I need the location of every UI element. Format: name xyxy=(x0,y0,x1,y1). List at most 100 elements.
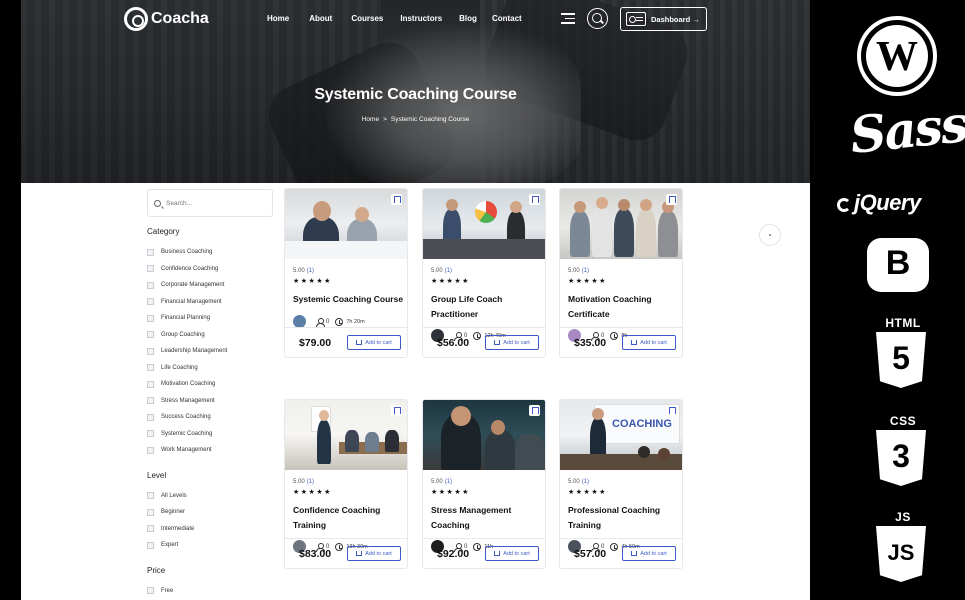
course-price: $35.00 xyxy=(574,337,607,349)
star-rating-icon: ★★★★★ xyxy=(293,278,332,285)
bookmark-icon[interactable] xyxy=(529,405,540,416)
category-option[interactable]: Success Coaching xyxy=(147,409,273,426)
category-option[interactable]: Financial Planning xyxy=(147,310,273,327)
star-rating-icon: ★★★★★ xyxy=(293,489,332,496)
checkbox[interactable] xyxy=(147,446,154,454)
course-card[interactable]: COACHING 5.00 (1) ★★★★★ Professional Coachin… xyxy=(559,399,683,569)
menu-instructors[interactable]: Instructors xyxy=(400,14,442,23)
main-menu: Home About Courses Instructors Blog Cont… xyxy=(267,14,522,23)
course-card[interactable]: 5.00 (1) ★★★★★ Stress Management Coaching 0 1… xyxy=(422,399,546,569)
category-option[interactable]: Work Management xyxy=(147,442,273,459)
breadcrumb-home[interactable]: Home xyxy=(362,116,379,123)
category-option[interactable]: Motivation Coaching xyxy=(147,376,273,393)
menu-about[interactable]: About xyxy=(309,14,332,23)
level-option[interactable]: Intermediate xyxy=(147,521,273,538)
bookmark-icon[interactable] xyxy=(391,194,402,205)
level-option[interactable]: Expert xyxy=(147,537,273,554)
price-option[interactable]: Free xyxy=(147,583,273,600)
course-title[interactable]: Confidence Coaching Training xyxy=(293,503,405,533)
category-option[interactable]: Systemic Coaching xyxy=(147,426,273,443)
checkbox[interactable] xyxy=(147,430,154,438)
bookmark-icon[interactable] xyxy=(666,194,677,205)
logo-icon xyxy=(124,7,148,31)
course-image[interactable] xyxy=(423,189,545,259)
checkbox[interactable] xyxy=(147,541,154,549)
category-option[interactable]: Financial Management xyxy=(147,294,273,311)
user-icon xyxy=(316,317,325,327)
dashboard-button[interactable]: Dashboard → xyxy=(620,7,707,31)
course-card[interactable]: 5.00 (1) ★★★★★ Group Life Coach Practitione… xyxy=(422,188,546,358)
add-to-cart-button[interactable]: Add to cart xyxy=(347,546,401,561)
search-icon[interactable] xyxy=(587,8,608,29)
bookmark-icon[interactable] xyxy=(391,405,402,416)
add-to-cart-button[interactable]: Add to cart xyxy=(485,335,539,350)
category-option[interactable]: Life Coaching xyxy=(147,360,273,377)
sass-logo: Sass xyxy=(847,94,965,165)
course-rating: 5.00 (1) xyxy=(568,479,590,485)
scroll-button[interactable] xyxy=(759,224,781,246)
menu-courses[interactable]: Courses xyxy=(351,14,383,23)
category-option[interactable]: Confidence Coaching xyxy=(147,261,273,278)
level-option[interactable]: All Levels xyxy=(147,488,273,505)
course-image[interactable] xyxy=(423,400,545,470)
checkbox[interactable] xyxy=(147,364,154,372)
bookmark-icon[interactable] xyxy=(529,194,540,205)
course-card[interactable]: 5.00 (1) ★★★★★ Motivation Coaching Certific… xyxy=(559,188,683,358)
category-option[interactable]: Business Coaching xyxy=(147,244,273,261)
breadcrumb: Home > Systemic Coaching Course xyxy=(21,116,810,123)
course-card[interactable]: 5.00 (1) ★★★★★ Systemic Coaching Course 0 7h … xyxy=(284,188,408,358)
hamburger-icon[interactable] xyxy=(561,13,575,24)
category-option[interactable]: Leadership Management xyxy=(147,343,273,360)
add-to-cart-button[interactable]: Add to cart xyxy=(347,335,401,350)
option-label: Motivation Coaching xyxy=(161,381,216,388)
course-image[interactable]: COACHING xyxy=(560,400,682,470)
course-title[interactable]: Systemic Coaching Course xyxy=(293,292,405,307)
checkbox[interactable] xyxy=(147,281,154,289)
category-heading: Category xyxy=(147,227,180,236)
checkbox[interactable] xyxy=(147,525,154,533)
course-image[interactable] xyxy=(560,189,682,259)
course-title[interactable]: Stress Management Coaching xyxy=(431,503,543,533)
checkbox[interactable] xyxy=(147,331,154,339)
option-label: All Levels xyxy=(161,492,187,499)
course-image[interactable] xyxy=(285,400,407,470)
search-input[interactable] xyxy=(166,199,266,207)
site-logo[interactable]: Coacha xyxy=(124,7,209,31)
website-preview: Coacha Home About Courses Instructors Bl… xyxy=(21,0,810,600)
option-label: Beginner xyxy=(161,509,186,516)
menu-blog[interactable]: Blog xyxy=(459,14,477,23)
checkbox[interactable] xyxy=(147,492,154,500)
stage: Coacha Home About Courses Instructors Bl… xyxy=(0,0,965,600)
option-label: Life Coaching xyxy=(161,364,198,371)
add-to-cart-button[interactable]: Add to cart xyxy=(622,546,676,561)
checkbox[interactable] xyxy=(147,347,154,355)
category-option[interactable]: Stress Management xyxy=(147,393,273,410)
course-image[interactable] xyxy=(285,189,407,259)
bookmark-icon[interactable] xyxy=(666,405,677,416)
checkbox[interactable] xyxy=(147,397,154,405)
checkbox[interactable] xyxy=(147,248,154,256)
checkbox[interactable] xyxy=(147,265,154,273)
checkbox[interactable] xyxy=(147,587,154,595)
course-price: $92.00 xyxy=(437,548,470,560)
add-to-cart-button[interactable]: Add to cart xyxy=(622,335,676,350)
add-to-cart-button[interactable]: Add to cart xyxy=(485,546,539,561)
card-footer: $79.00 Add to cart xyxy=(285,327,407,357)
menu-contact[interactable]: Contact xyxy=(492,14,522,23)
menu-home[interactable]: Home xyxy=(267,14,289,23)
level-option[interactable]: Beginner xyxy=(147,504,273,521)
star-rating-icon: ★★★★★ xyxy=(431,278,470,285)
course-rating: 5.00 (1) xyxy=(293,479,315,485)
checkbox[interactable] xyxy=(147,314,154,322)
course-title[interactable]: Motivation Coaching Certificate xyxy=(568,292,680,322)
category-option[interactable]: Corporate Management xyxy=(147,277,273,294)
checkbox[interactable] xyxy=(147,413,154,421)
course-card[interactable]: 5.00 (1) ★★★★★ Confidence Coaching Training… xyxy=(284,399,408,569)
checkbox[interactable] xyxy=(147,298,154,306)
checkbox[interactable] xyxy=(147,508,154,516)
option-label: Work Management xyxy=(161,447,212,454)
category-option[interactable]: Group Coaching xyxy=(147,327,273,344)
course-title[interactable]: Group Life Coach Practitioner xyxy=(431,292,543,322)
checkbox[interactable] xyxy=(147,380,154,388)
course-title[interactable]: Professional Coaching Training xyxy=(568,503,680,533)
